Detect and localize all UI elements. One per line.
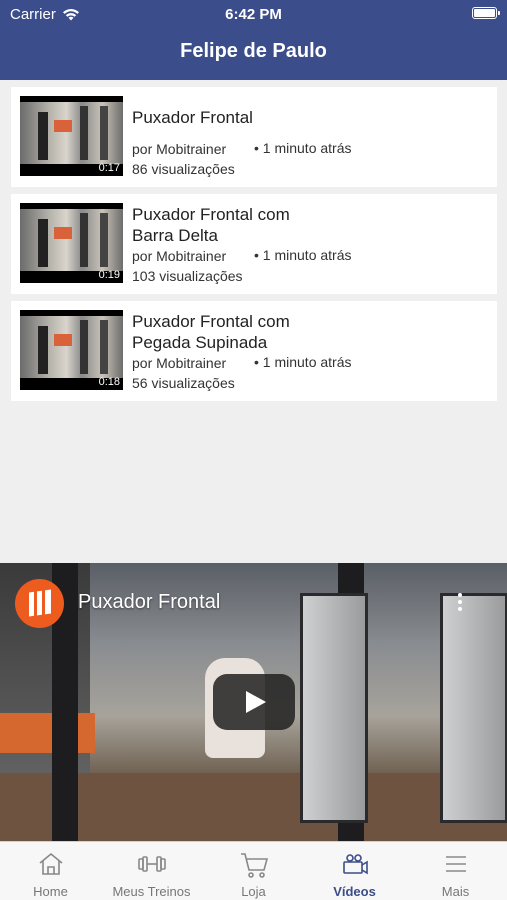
video-thumbnail[interactable]: 0:17 [20,96,123,176]
video-title: Puxador Frontal com Pegada Supinada [132,312,290,352]
video-author: por Mobitrainer [132,355,227,371]
video-title: Puxador Frontal com Barra Delta [132,205,290,245]
video-time-ago: • 1 minuto atrás [254,354,352,370]
video-views: 56 visualizações [132,375,235,391]
video-thumbnail[interactable]: 0:19 [20,203,123,283]
tab-label: Mais [441,884,470,899]
tab-bar: Home Meus Treinos Loja Vídeos Mais [0,841,507,900]
video-time-ago: • 1 minuto atrás [254,140,352,156]
tab-meus-treinos[interactable]: Meus Treinos [101,842,202,900]
tab-label: Vídeos [333,884,376,899]
video-list-item[interactable]: 0:18 Puxador Frontal com Pegada Supinada… [11,301,497,401]
tab-videos[interactable]: Vídeos [304,842,405,900]
status-bar: Carrier 6:42 PM [0,0,507,28]
more-options-icon[interactable] [457,593,463,613]
video-views: 86 visualizações [132,161,235,177]
video-duration: 0:19 [98,269,120,281]
tab-label: Loja [241,884,266,899]
video-views: 103 visualizações [132,268,243,284]
video-list-item[interactable]: 0:17 Puxador Frontal por Mobitrainer • 1… [11,87,497,187]
video-duration: 0:17 [98,162,120,174]
tab-label: Meus Treinos [112,884,191,899]
navigation-header: Carrier 6:42 PM Felipe de Paulo [0,0,507,80]
video-list: 0:17 Puxador Frontal por Mobitrainer • 1… [11,87,497,408]
video-time-ago: • 1 minuto atrás [254,247,352,263]
mobitrainer-logo [15,579,64,628]
video-camera-icon [342,854,368,875]
menu-icon [445,856,466,872]
video-author: por Mobitrainer [132,141,227,157]
clock: 6:42 PM [225,6,282,23]
tab-loja[interactable]: Loja [203,842,304,900]
video-player[interactable]: Puxador Frontal [0,563,507,841]
video-duration: 0:18 [98,376,120,388]
tab-home[interactable]: Home [0,842,101,900]
video-author: por Mobitrainer [132,248,227,264]
tab-mais[interactable]: Mais [405,842,506,900]
home-icon [38,852,63,875]
video-thumbnail[interactable]: 0:18 [20,310,123,390]
page-title: Felipe de Paulo [180,40,327,62]
cart-icon [240,853,268,878]
tab-label: Home [33,884,68,899]
play-button[interactable] [213,674,295,730]
video-title: Puxador Frontal [132,108,253,127]
dumbbell-icon [137,856,166,872]
video-list-item[interactable]: 0:19 Puxador Frontal com Barra Delta por… [11,194,497,294]
player-video-title[interactable]: Puxador Frontal [78,591,220,614]
battery-icon [472,7,500,19]
